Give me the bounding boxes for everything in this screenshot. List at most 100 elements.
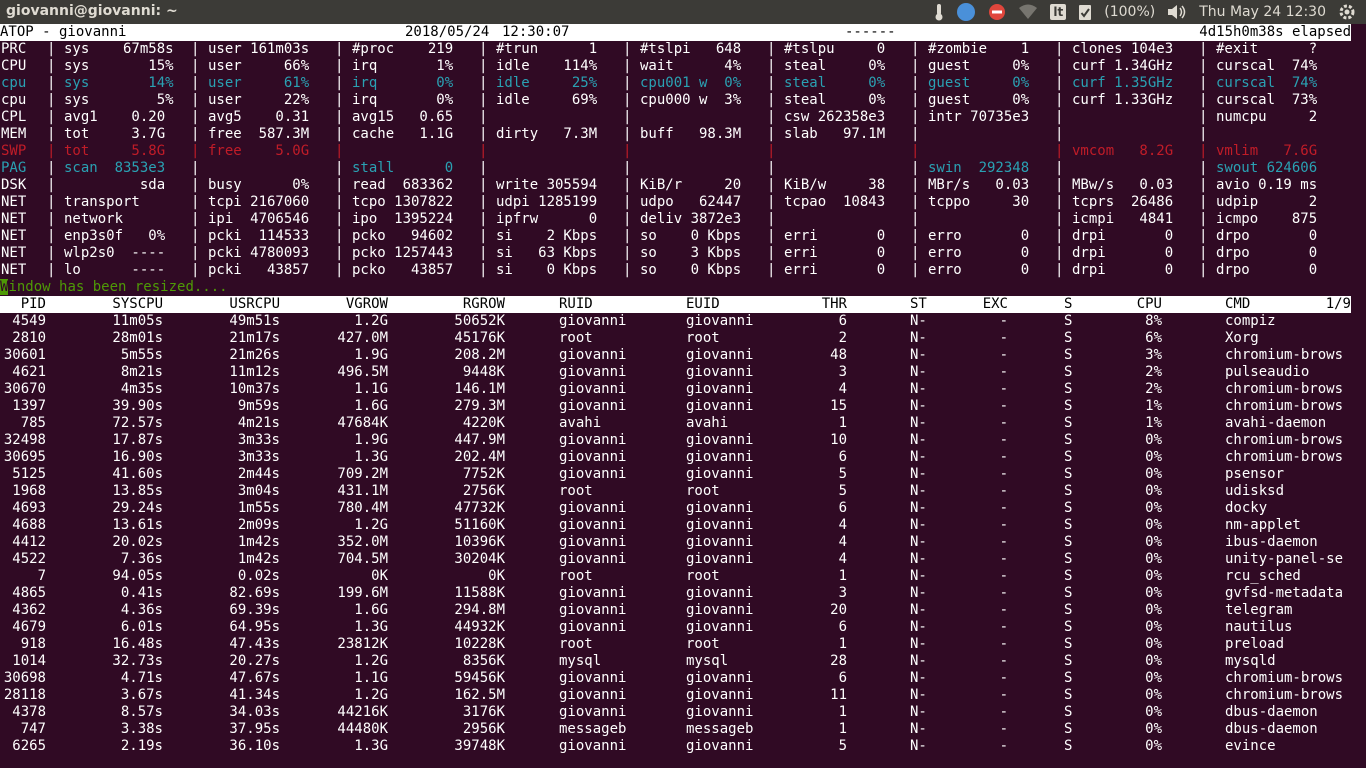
column-header[interactable]: PID — [21, 296, 46, 313]
column-header[interactable]: EUID — [686, 296, 720, 313]
process-row[interactable]: 6265 2.19s 36.10s 1.3G 39748K giovanni giovann… — [0, 738, 1351, 755]
column-separator: | — [191, 58, 200, 74]
process-cell: giovanni — [686, 364, 754, 380]
process-cell: 709.2M — [337, 466, 388, 482]
process-cell: - — [999, 568, 1008, 584]
process-row[interactable]: 30695 16.90s 3m33s 1.3G 202.4M giovanni giovan… — [0, 449, 1351, 466]
column-header[interactable]: RUID — [559, 296, 593, 313]
clipboard-check-icon[interactable] — [1078, 0, 1092, 24]
process-cell: giovanni — [686, 381, 754, 397]
process-row[interactable]: 1014 32.73s 20.27s 1.2G 8356K mysql mysql 28 N- -… — [0, 653, 1351, 670]
process-cell: 6 — [838, 500, 847, 516]
process-row[interactable]: 4865 0.41s 82.69s 199.6M 11588K giovanni giova… — [0, 585, 1351, 602]
process-row[interactable]: 4412 20.02s 1m42s 352.0M 10396K giovanni giova… — [0, 534, 1351, 551]
process-cell: chromium-brows — [1225, 398, 1344, 414]
process-cell: 1.2G — [354, 517, 388, 533]
process-row[interactable]: 32498 17.87s 3m33s 1.9G 447.9M giovanni giovan… — [0, 432, 1351, 449]
notification-badge-icon[interactable] — [956, 0, 976, 24]
process-cell: 5125 — [12, 466, 46, 482]
atop-dashes: ------ — [845, 24, 896, 40]
column-header[interactable]: USRCPU — [229, 296, 280, 313]
process-row[interactable]: 4378 8.57s 34.03s 44216K 3176K giovanni giovan… — [0, 704, 1351, 721]
process-row[interactable]: 4522 7.36s 1m42s 704.5M 30204K giovanni giovan… — [0, 551, 1351, 568]
battery-label[interactable]: (100%) — [1104, 0, 1155, 24]
process-cell: giovanni — [686, 449, 754, 465]
stats-cell: erri 0 — [784, 228, 886, 244]
process-cell: unity-panel-se — [1225, 551, 1344, 567]
stats-cell: drpi 0 — [1072, 228, 1174, 244]
process-row[interactable]: 747 3.38s 37.95s 44480K 2956K messageb message… — [0, 721, 1351, 738]
process-cell: giovanni — [559, 585, 627, 601]
wifi-icon[interactable] — [1018, 0, 1038, 24]
stats-cell: ipo 1395224 — [352, 211, 454, 227]
process-cell: - — [999, 364, 1008, 380]
process-row[interactable]: 4679 6.01s 64.95s 1.3G 44932K giovanni giovann… — [0, 619, 1351, 636]
process-row[interactable]: 4362 4.36s 69.39s 1.6G 294.8M giovanni giovann… — [0, 602, 1351, 619]
process-row[interactable]: 1968 13.85s 3m04s 431.1M 2756K root root 5 N- - S 0… — [0, 483, 1351, 500]
column-header[interactable]: ST — [910, 296, 927, 313]
stats-row: NET | wlp2s0 ---- | pcki 4780093 | pcko 125744… — [0, 245, 1366, 262]
no-entry-icon[interactable] — [988, 0, 1006, 24]
column-header[interactable]: S — [1064, 296, 1072, 313]
process-row[interactable]: 1397 39.90s 9m59s 1.6G 279.3M giovanni giovann… — [0, 398, 1351, 415]
process-row[interactable]: 4688 13.61s 2m09s 1.2G 51160K giovanni giovann… — [0, 517, 1351, 534]
process-row[interactable]: 30698 4.71s 47.67s 1.1G 59456K giovanni giovan… — [0, 670, 1351, 687]
process-row[interactable]: 4549 11m05s 49m51s 1.2G 50652K giovanni giovan… — [0, 313, 1351, 330]
process-cell: - — [999, 500, 1008, 516]
process-cell: 4362 — [12, 602, 46, 618]
column-header[interactable]: CPU — [1137, 296, 1162, 313]
thermometer-icon[interactable] — [934, 0, 944, 24]
process-row[interactable]: 30670 4m35s 10m37s 1.1G 146.1M giovanni giovan… — [0, 381, 1351, 398]
column-separator: | — [191, 228, 200, 244]
column-header[interactable]: VGROW — [346, 296, 388, 313]
process-cell: giovanni — [559, 670, 627, 686]
process-row[interactable]: 785 72.57s 4m21s 47684K 4220K avahi avahi 1 N- - S… — [0, 415, 1351, 432]
process-row[interactable]: 30601 5m55s 21m26s 1.9G 208.2M giovanni giovan… — [0, 347, 1351, 364]
speaker-icon[interactable] — [1167, 0, 1187, 24]
column-separator: | — [335, 262, 344, 278]
column-header[interactable]: RGROW — [463, 296, 505, 313]
scrollbar[interactable] — [1356, 28, 1362, 768]
atop-title: ATOP - giovanni — [0, 24, 127, 40]
stats-cell: cache 1.1G — [352, 126, 454, 142]
process-row[interactable]: 4693 29.24s 1m55s 780.4M 47732K giovanni giova… — [0, 500, 1351, 517]
column-separator: | — [911, 41, 920, 57]
process-cell: 59456K — [454, 670, 505, 686]
stats-cell: tot 5.8G — [64, 143, 166, 159]
process-cell: 41.34s — [229, 687, 280, 703]
process-cell: 47684K — [337, 415, 388, 431]
column-separator: | — [335, 126, 344, 142]
process-cell: 5 — [838, 466, 847, 482]
process-cell: 1.9G — [354, 347, 388, 363]
process-cell: - — [999, 585, 1008, 601]
process-row[interactable]: 2810 28m01s 21m17s 427.0M 45176K root root 2 N- -… — [0, 330, 1351, 347]
column-separator: | — [623, 177, 632, 193]
column-header[interactable]: EXC — [983, 296, 1008, 313]
process-cell: evince — [1225, 738, 1276, 754]
process-row[interactable]: 5125 41.60s 2m44s 709.2M 7752K giovanni giovan… — [0, 466, 1351, 483]
terminal[interactable]: ATOP - giovanni 2018/05/24 12:30:07 ----… — [0, 24, 1366, 768]
process-cell: 64.95s — [229, 619, 280, 635]
column-separator: | — [335, 228, 344, 244]
process-cell: giovanni — [559, 704, 627, 720]
process-row[interactable]: 918 16.48s 47.43s 23812K 10228K root root 1 N- - S… — [0, 636, 1351, 653]
process-cell: 0% — [1145, 500, 1162, 516]
process-row[interactable]: 28118 3.67s 41.34s 1.2G 162.5M giovanni giovan… — [0, 687, 1351, 704]
process-cell: S — [1064, 636, 1073, 652]
process-cell: 785 — [20, 415, 46, 431]
process-cell: 6265 — [12, 738, 46, 754]
process-cell: 16.48s — [112, 636, 163, 652]
column-header[interactable]: SYSCPU — [112, 296, 163, 313]
process-cell: chromium-brows — [1225, 347, 1344, 363]
process-row[interactable]: 7 94.05s 0.02s 0K 0K root root 1 N- - S 0% rcu_sched — [0, 568, 1351, 585]
column-separator: | — [1199, 262, 1208, 278]
keyboard-layout-indicator[interactable]: lt — [1050, 0, 1067, 24]
process-row[interactable]: 4621 8m21s 11m12s 496.5M 9448K giovanni giovan… — [0, 364, 1351, 381]
column-header[interactable]: CMD — [1225, 296, 1250, 313]
column-header[interactable]: THR — [822, 296, 847, 313]
stats-cell: guest 0% — [928, 58, 1030, 74]
gear-icon[interactable] — [1338, 0, 1356, 24]
clock[interactable]: Thu May 24 12:30 — [1199, 0, 1326, 24]
column-separator: | — [191, 194, 200, 210]
stats-cell: buff 98.3M — [640, 126, 742, 142]
